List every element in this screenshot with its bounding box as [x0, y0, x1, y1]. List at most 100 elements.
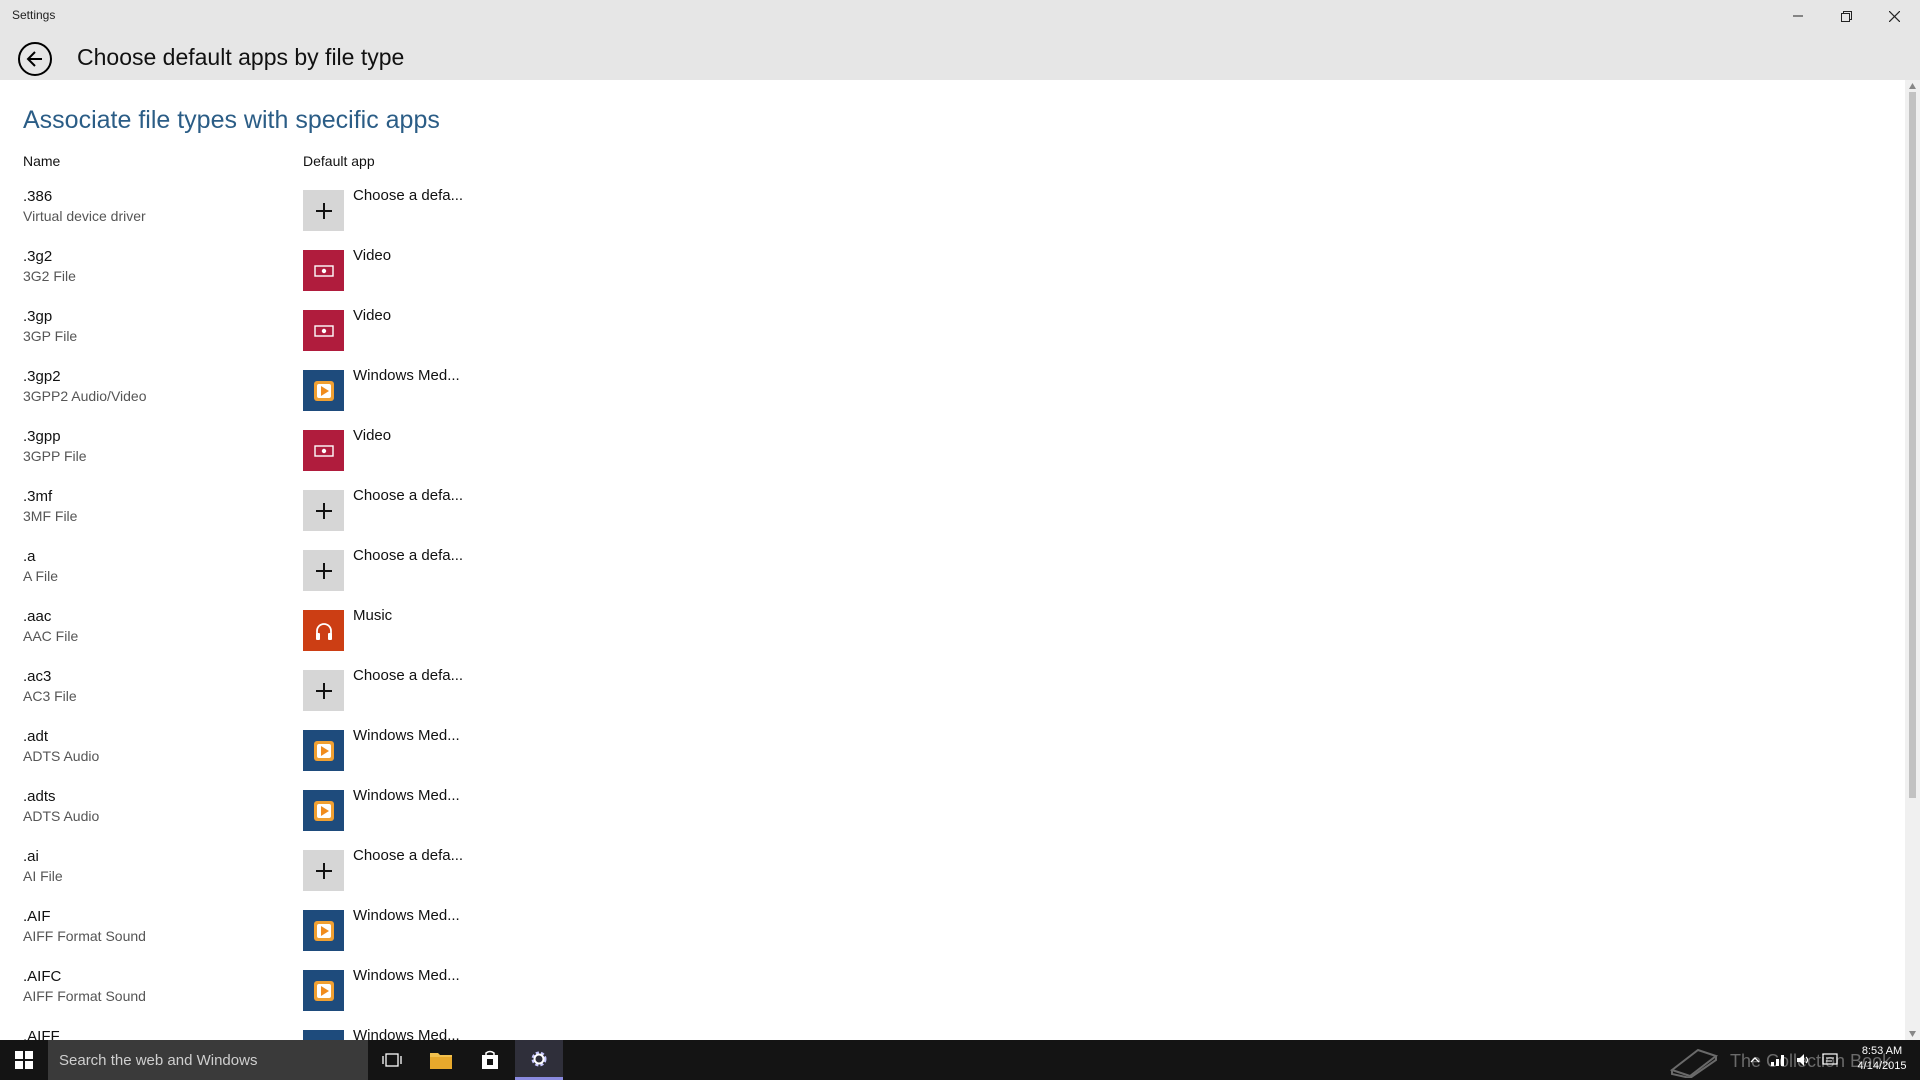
default-app-button[interactable] [303, 1030, 344, 1040]
action-center-icon [1822, 1053, 1838, 1065]
close-button[interactable] [1870, 0, 1918, 32]
video-icon [313, 323, 335, 339]
file-type-row: .3gpp 3GPP File Video [0, 420, 900, 480]
file-type-description: 3GPP File [23, 448, 87, 464]
default-app-label[interactable]: Choose a defa... [353, 547, 463, 564]
page-title: Choose default apps by file type [77, 44, 405, 70]
file-type-list: .386 Virtual device driver Choose a defa..… [0, 180, 900, 1040]
music-icon [313, 620, 335, 642]
content-area: Associate file types with specific apps … [0, 80, 1905, 1040]
default-app-label[interactable]: Choose a defa... [353, 487, 463, 504]
store-button[interactable] [466, 1040, 514, 1080]
video-icon [313, 263, 335, 279]
file-type-description: AIFF Format Sound [23, 988, 146, 1004]
settings-taskbar-button[interactable] [515, 1040, 563, 1080]
minimize-button[interactable] [1774, 0, 1822, 32]
search-placeholder: Search the web and Windows [59, 1052, 258, 1069]
plus-icon [314, 681, 334, 701]
file-type-description: ADTS Audio [23, 808, 100, 824]
default-app-button[interactable] [303, 790, 344, 831]
vertical-scrollbar[interactable] [1905, 80, 1920, 1040]
default-app-button[interactable] [303, 550, 344, 591]
file-extension: .AIF [23, 908, 51, 925]
default-app-button[interactable] [303, 850, 344, 891]
video-icon [313, 443, 335, 459]
default-app-label[interactable]: Choose a defa... [353, 187, 463, 204]
default-app-button[interactable] [303, 310, 344, 351]
start-button[interactable] [0, 1040, 48, 1080]
default-app-label[interactable]: Windows Med... [353, 1027, 460, 1040]
restore-button[interactable] [1822, 0, 1870, 32]
scroll-thumb[interactable] [1909, 92, 1916, 798]
close-icon [1888, 10, 1900, 22]
default-app-button[interactable] [303, 250, 344, 291]
file-extension: .AIFC [23, 968, 62, 985]
file-type-row: .3g2 3G2 File Video [0, 240, 900, 300]
default-app-button[interactable] [303, 370, 344, 411]
file-type-row: .3gp2 3GPP2 Audio/Video Windows Med... [0, 360, 900, 420]
windows-logo-icon [15, 1051, 33, 1069]
default-app-label[interactable]: Windows Med... [353, 367, 460, 384]
windows-media-player-icon [311, 978, 337, 1004]
default-app-label[interactable]: Windows Med... [353, 967, 460, 984]
plus-icon [314, 861, 334, 881]
file-extension: .AIFF [23, 1028, 60, 1040]
tray-overflow-icon [1750, 1057, 1760, 1063]
file-type-row: .ac3 AC3 File Choose a defa... [0, 660, 900, 720]
default-app-label[interactable]: Video [353, 247, 391, 264]
default-app-label[interactable]: Choose a defa... [353, 667, 463, 684]
default-app-button[interactable] [303, 670, 344, 711]
scroll-down-arrow-icon [1909, 1031, 1916, 1037]
folder-icon [430, 1053, 452, 1069]
file-type-row: .adt ADTS Audio Windows Med... [0, 720, 900, 780]
file-type-row: .AIF AIFF Format Sound Windows Med... [0, 900, 900, 960]
default-app-button[interactable] [303, 190, 344, 231]
default-app-label[interactable]: Choose a defa... [353, 847, 463, 864]
file-type-row: .3mf 3MF File Choose a defa... [0, 480, 900, 540]
file-extension: .3gpp [23, 428, 61, 445]
clock-date: 4/14/2015 [1857, 1060, 1907, 1072]
default-app-label[interactable]: Windows Med... [353, 727, 460, 744]
scroll-up-arrow-icon [1909, 83, 1916, 89]
default-app-label[interactable]: Video [353, 307, 391, 324]
file-type-row: .AIFC AIFF Format Sound Windows Med... [0, 960, 900, 1020]
window-title: Settings [12, 8, 56, 22]
default-app-label[interactable]: Windows Med... [353, 787, 460, 804]
plus-icon [314, 201, 334, 221]
file-extension: .a [23, 548, 36, 565]
file-extension: .386 [23, 188, 53, 205]
back-button[interactable] [18, 42, 52, 76]
windows-media-player-icon [311, 378, 337, 404]
file-extension: .adt [23, 728, 49, 745]
task-view-icon [382, 1053, 402, 1067]
default-app-label[interactable]: Music [353, 607, 392, 624]
plus-icon [314, 561, 334, 581]
page-header: Choose default apps by file type [0, 32, 1920, 80]
file-explorer-button[interactable] [417, 1040, 465, 1080]
file-type-description: 3G2 File [23, 268, 76, 284]
plus-icon [314, 501, 334, 521]
clock-time: 8:53 AM [1861, 1045, 1903, 1057]
column-header-default-app: Default app [303, 153, 375, 169]
default-app-button[interactable] [303, 490, 344, 531]
store-bag-icon [482, 1050, 498, 1069]
task-view-button[interactable] [368, 1040, 416, 1080]
default-app-button[interactable] [303, 430, 344, 471]
default-app-button[interactable] [303, 910, 344, 951]
default-app-label[interactable]: Windows Med... [353, 907, 460, 924]
file-type-description: AAC File [23, 628, 79, 644]
gear-icon [531, 1051, 547, 1066]
taskbar-search-box[interactable]: Search the web and Windows [48, 1040, 368, 1080]
file-type-row: .386 Virtual device driver Choose a defa..… [0, 180, 900, 240]
section-title: Associate file types with specific apps [23, 106, 440, 134]
restore-icon [1840, 10, 1852, 22]
file-extension: .aac [23, 608, 52, 625]
minimize-icon [1793, 15, 1803, 17]
taskbar-clock[interactable]: 8:53 AM 4/14/2015 [1854, 1044, 1910, 1074]
default-app-button[interactable] [303, 970, 344, 1011]
windows-media-player-icon [311, 798, 337, 824]
default-app-label[interactable]: Video [353, 427, 391, 444]
file-type-description: Virtual device driver [23, 208, 146, 224]
default-app-button[interactable] [303, 610, 344, 651]
default-app-button[interactable] [303, 730, 344, 771]
